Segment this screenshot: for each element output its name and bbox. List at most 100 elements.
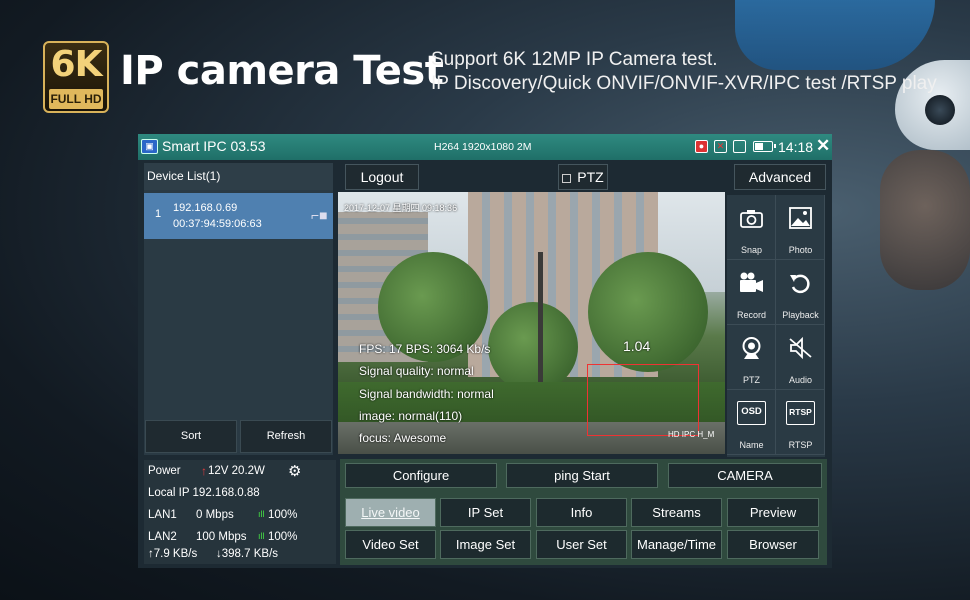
tab-video-set[interactable]: Video Set [345,530,436,559]
ptz-tool-label: PTZ [743,375,760,385]
playback-button[interactable]: Playback [776,260,825,325]
signal-quality: Signal quality: normal [359,364,474,378]
background-hand [880,150,970,290]
device-list-panel: Device List(1) 1 192.168.0.69 00:37:94:5… [144,163,333,455]
tab-ip-set[interactable]: IP Set [440,498,531,527]
monitor-icon [733,140,746,153]
upload-rate: ↑7.9 KB/s [148,548,198,560]
device-screen: ▣ Smart IPC 03.53 H264 1920x1080 2M ● ✕ … [138,134,832,568]
download-rate: ↓398.7 KB/s [216,548,279,560]
zoom-region[interactable] [587,364,699,436]
camera-icon [740,210,763,228]
audio-label: Audio [788,375,813,385]
zoom-readout: 1.04 [623,338,651,354]
ptz-icon [742,337,761,359]
video-timestamp: 2017-12-07 星期四 09:18:36 [344,203,458,213]
record-status-icon: ● [695,140,708,153]
osd-name-label: Name [739,440,764,450]
advanced-button[interactable]: Advanced [734,164,826,190]
lan1-speed: 0 Mbps [196,509,234,521]
device-list-item[interactable]: 1 192.168.0.69 00:37:94:59:06:63 ⌐■ [144,193,333,239]
playback-icon [790,274,810,294]
osd-icon: OSD [737,401,766,425]
photo-icon [789,207,812,229]
video-camera-icon [740,272,763,292]
app-icon: ▣ [141,139,158,154]
record-button[interactable]: Record [727,260,776,325]
lan2-label: LAN2 [148,531,177,543]
control-panel: Configure ping Start CAMERA Live video I… [340,459,827,565]
device-list-header: Device List(1) [144,163,333,190]
status-icons: ● ✕ [695,140,746,153]
video-tree [588,252,708,372]
tab-image-set[interactable]: Image Set [440,530,531,559]
ptz-toggle[interactable]: PTZ [558,164,608,190]
subline: Support 6K 12MP IP Camera test. IP Disco… [431,48,937,96]
headline: IP camera Test [120,48,444,94]
lan2-speed: 100 Mbps [196,531,247,543]
speaker-mute-icon [789,336,812,360]
rtsp-icon: RTSP [786,401,815,425]
osd-name-button[interactable]: OSD Name [727,390,776,455]
background-camera-lens [925,95,955,125]
snap-label: Snap [740,245,763,255]
playback-label: Playback [782,310,819,320]
fps-readout: FPS: 17 BPS: 3064 Kb/s [359,342,491,356]
clock: 14:18 [778,139,814,155]
refresh-button[interactable]: Refresh [240,420,332,453]
rtsp-button[interactable]: RTSP RTSP [776,390,825,455]
close-icon[interactable]: ✕ [816,136,830,156]
tab-user-set[interactable]: User Set [536,530,627,559]
live-video-view[interactable]: 2017-12-07 星期四 09:18:36 FPS: 17 BPS: 306… [338,192,725,454]
ptz-checkbox[interactable] [562,173,572,183]
tab-preview[interactable]: Preview [727,498,819,527]
stream-info: H264 1920x1080 2M [434,141,532,153]
lan1-signal-icon: ıll [258,509,265,519]
image-quality: image: normal(110) [359,409,463,423]
power-value: 12V 20.2W [208,465,265,477]
ptz-toggle-label: PTZ [577,169,604,185]
lan2-signal: 100% [268,531,298,543]
subline-2: IP Discovery/Quick ONVIF/ONVIF-XVR/IPC t… [431,73,937,94]
camera-button[interactable]: CAMERA [668,463,822,488]
video-watermark: HD IPC H_M [668,430,715,439]
settings-gear-icon[interactable]: ⚙ [288,462,301,480]
snap-button[interactable]: Snap [727,195,776,260]
photo-button[interactable]: Photo [776,195,825,260]
signal-bandwidth: Signal bandwidth: normal [359,387,494,401]
power-arrow-icon: ↑ [201,464,207,478]
tab-live-video[interactable]: Live video [345,498,436,527]
device-ip: 192.168.0.69 [173,202,238,214]
record-label: Record [736,310,766,320]
power-panel: Power ↑ 12V 20.2W ⚙ Local IP 192.168.0.8… [144,460,336,564]
tab-streams[interactable]: Streams [631,498,722,527]
configure-button[interactable]: Configure [345,463,497,488]
tab-manage-time[interactable]: Manage/Time [631,530,722,559]
device-index: 1 [155,208,162,220]
network-x-icon: ✕ [714,140,727,153]
lan1-label: LAN1 [148,509,177,521]
power-label: Power [148,465,181,477]
logout-button[interactable]: Logout [345,164,419,190]
local-ip: Local IP 192.168.0.88 [148,487,260,499]
app-title: Smart IPC 03.53 [162,138,266,154]
ping-start-button[interactable]: ping Start [506,463,658,488]
tab-info[interactable]: Info [536,498,627,527]
badge-small-text: FULL HD [49,89,103,109]
device-mac: 00:37:94:59:06:63 [173,218,262,230]
tab-browser[interactable]: Browser [727,530,819,559]
video-tree [488,302,578,392]
battery-icon [753,141,776,152]
focus-readout: focus: Awesome [359,431,447,445]
status-bar: ▣ Smart IPC 03.53 H264 1920x1080 2M ● ✕ … [138,134,832,160]
photo-label: Photo [788,245,813,255]
subline-1: Support 6K 12MP IP Camera test. [431,49,718,70]
lan1-signal: 100% [268,509,298,521]
side-tool-grid: Snap Photo Record Playback PTZ Audio OSD… [727,195,825,457]
ptz-tool-button[interactable]: PTZ [727,325,776,390]
rtsp-label: RTSP [788,440,813,450]
sort-button[interactable]: Sort [145,420,237,453]
badge-big-text: 6K [50,44,103,85]
audio-button[interactable]: Audio [776,325,825,390]
6k-badge: 6K FULL HD [43,41,109,113]
